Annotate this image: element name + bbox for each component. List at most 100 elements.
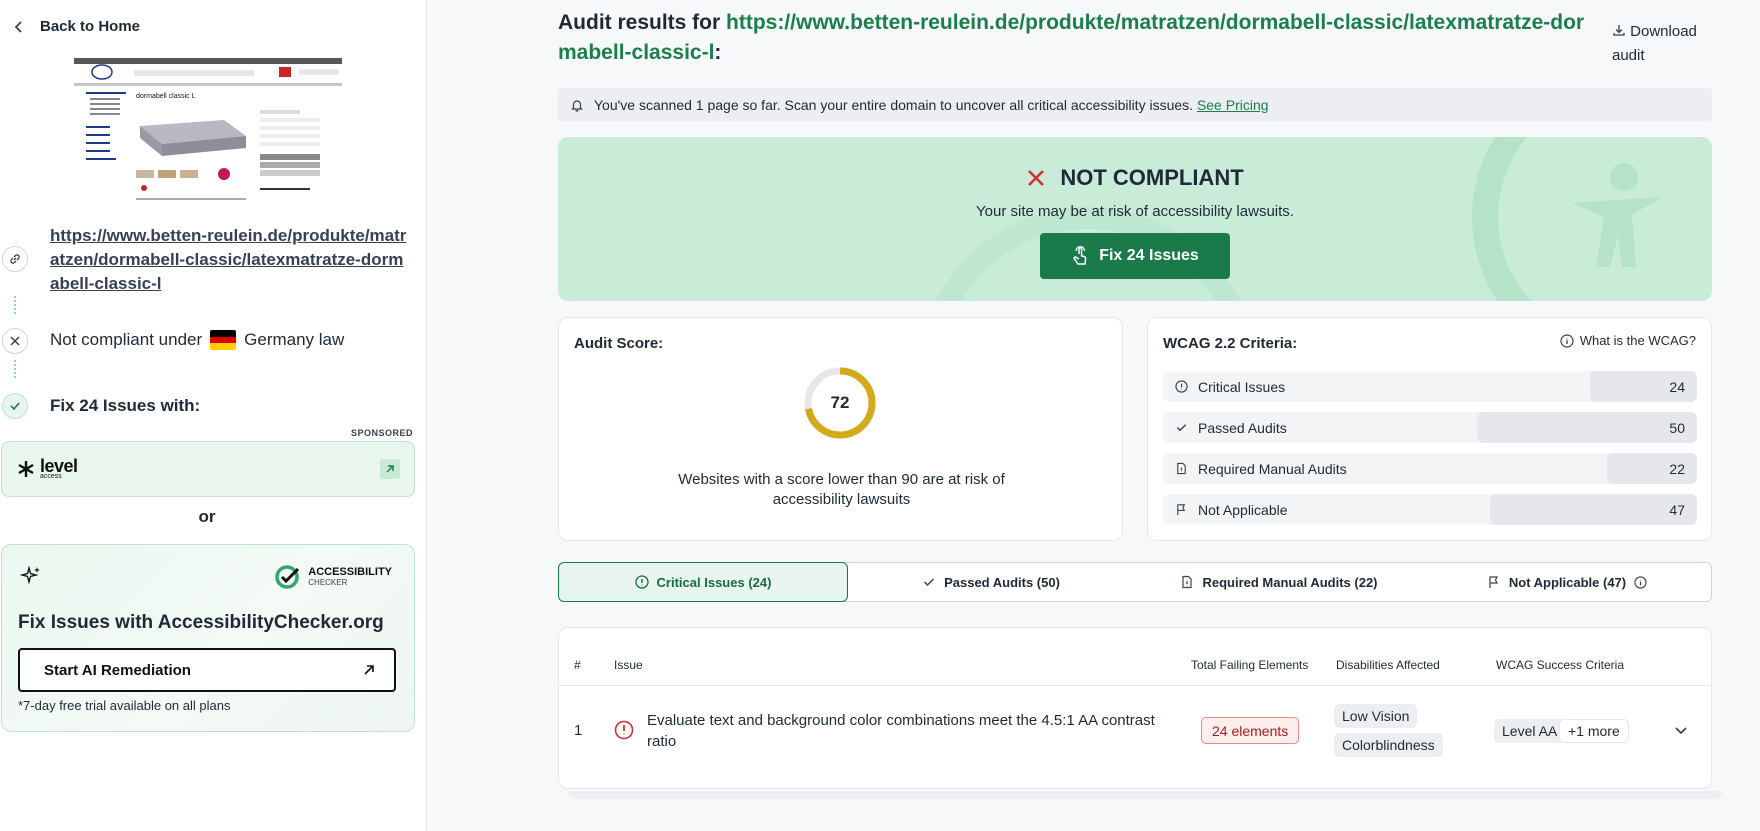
document-icon	[1177, 462, 1186, 475]
criteria-row-passed[interactable]: Passed Audits 50	[1163, 412, 1697, 443]
alert-circle-icon	[1175, 380, 1188, 393]
fix-issues-button[interactable]: Fix 24 Issues	[1040, 233, 1230, 279]
arrow-up-right-icon	[364, 665, 374, 675]
tab-passed-audits[interactable]: Passed Audits (50)	[847, 563, 1135, 601]
level-access-logo: level access	[16, 455, 78, 480]
ac-button-label: Start AI Remediation	[44, 661, 191, 679]
what-is-wcag-link[interactable]: What is the WCAG?	[1560, 333, 1696, 348]
x-mark-icon	[1028, 170, 1045, 186]
failing-elements-badge: 24 elements	[1201, 717, 1300, 744]
table-header-divider	[559, 685, 1711, 686]
criteria-label: Passed Audits	[1198, 419, 1287, 436]
column-header-wcag: WCAG Success Criteria	[1496, 658, 1625, 672]
criteria-label: Required Manual Audits	[1198, 460, 1347, 477]
criteria-bar	[1490, 494, 1697, 525]
ac-card-title: Fix Issues with AccessibilityChecker.org	[18, 612, 384, 633]
download-audit-button[interactable]: Download audit	[1612, 20, 1702, 68]
download-icon	[1613, 25, 1625, 36]
timeline-connector	[14, 360, 16, 378]
check-icon	[1176, 424, 1187, 432]
tab-label: Required Manual Audits (22)	[1202, 574, 1378, 590]
criteria-value: 24	[1669, 378, 1685, 395]
criteria-value: 47	[1669, 501, 1685, 518]
fix-with-heading: Fix 24 Issues with:	[50, 396, 201, 415]
audit-score-card: Audit Score: 72 Websites with a score lo…	[558, 317, 1123, 541]
disability-tag: Low Vision	[1334, 704, 1418, 728]
tab-manual-audits[interactable]: Required Manual Audits (22)	[1135, 563, 1423, 601]
criteria-label: Critical Issues	[1198, 378, 1286, 395]
results-tabs: Critical Issues (24) Passed Audits (50) …	[558, 562, 1712, 602]
level-access-sponsor-card[interactable]: level access	[1, 441, 415, 497]
tab-not-applicable[interactable]: Not Applicable (47)	[1423, 563, 1711, 601]
ac-logo-line2: CHECKER	[308, 578, 348, 587]
tab-label: Not Applicable (47)	[1508, 574, 1627, 590]
sponsored-label: SPONSORED	[350, 428, 413, 438]
criteria-row-critical[interactable]: Critical Issues 24	[1163, 371, 1697, 402]
info-icon	[1560, 333, 1574, 348]
criteria-value: 50	[1669, 419, 1685, 436]
what-wcag-label: What is the WCAG?	[1579, 333, 1696, 348]
tab-critical-issues[interactable]: Critical Issues (24)	[558, 562, 848, 602]
check-icon	[924, 578, 935, 587]
check-icon	[2, 393, 28, 419]
alert-circle-icon	[634, 575, 649, 589]
fix-button-label: Fix 24 Issues	[1099, 247, 1199, 264]
more-criteria-button[interactable]: +1 more	[1559, 719, 1629, 743]
table-shadow	[568, 791, 1722, 799]
wcag-level-tag: Level AA	[1494, 719, 1566, 743]
link-icon	[2, 246, 28, 272]
close-icon	[2, 328, 28, 354]
compliance-status: NOT COMPLIANT	[558, 165, 1712, 191]
document-icon	[1182, 575, 1193, 589]
accessibility-checker-card: ACCESSIBILITY CHECKER Fix Issues with Ac…	[1, 544, 415, 732]
criteria-row-manual[interactable]: Required Manual Audits 22	[1163, 453, 1697, 484]
tap-hand-icon	[1073, 246, 1087, 265]
back-label: Back to Home	[40, 18, 141, 35]
column-header-issue: Issue	[614, 658, 643, 672]
bell-icon	[571, 99, 583, 112]
error-icon	[614, 720, 634, 740]
scan-notice-banner: You've scanned 1 page so far. Scan your …	[558, 88, 1712, 121]
chevron-down-icon[interactable]	[1673, 724, 1689, 738]
row-number: 1	[574, 722, 583, 739]
score-description: Websites with a score lower than 90 are …	[678, 471, 1005, 508]
level-logo-word: level	[40, 455, 78, 476]
asterisk-icon	[18, 461, 34, 477]
law-prefix: Not compliant under	[50, 330, 203, 349]
criteria-row-not-applicable[interactable]: Not Applicable 47	[1163, 494, 1697, 525]
external-link-icon[interactable]	[380, 459, 400, 479]
sparkle-icon	[20, 565, 40, 585]
checker-logo-icon	[275, 565, 300, 589]
or-divider: or	[198, 507, 216, 526]
start-ai-remediation-button[interactable]: Start AI Remediation	[18, 648, 396, 692]
ac-logo-line1: ACCESSIBILITY	[308, 566, 392, 578]
scanned-url-link[interactable]: https://www.betten-reulein.de/produkte/m…	[50, 224, 410, 296]
status-text: NOT COMPLIANT	[1060, 165, 1244, 190]
criteria-label: Not Applicable	[1198, 501, 1288, 518]
compliance-hero: NOT COMPLIANT Your site may be at risk o…	[558, 137, 1712, 301]
title-suffix: :	[714, 41, 722, 64]
title-prefix: Audit results for	[558, 11, 721, 34]
page-preview-thumbnail: dormabell classic L	[74, 58, 342, 208]
column-header-disabilities: Disabilities Affected	[1336, 658, 1440, 672]
issues-table: # Issue Total Failing Elements Disabilit…	[558, 627, 1712, 789]
page-title: Audit results for https://www.betten-reu…	[558, 8, 1598, 68]
germany-flag-icon	[210, 330, 237, 350]
hero-subtitle: Your site may be at risk of accessibilit…	[976, 203, 1294, 220]
timeline-connector	[14, 296, 16, 314]
accessibility-checker-logo: ACCESSIBILITY CHECKER	[274, 563, 392, 591]
criteria-bar	[1477, 412, 1697, 443]
compliance-law-status: Not compliant under Germany law	[50, 330, 344, 350]
disability-tag: Colorblindness	[1334, 733, 1443, 757]
back-to-home-link[interactable]: Back to Home	[12, 18, 140, 35]
score-value: 72	[830, 393, 850, 412]
trial-note: *7-day free trial available on all plans	[18, 698, 231, 713]
criteria-value: 22	[1669, 460, 1685, 477]
sidebar: Back to Home dormabell classic L https:/…	[0, 0, 427, 831]
info-icon[interactable]	[1634, 575, 1647, 589]
see-pricing-link[interactable]: See Pricing	[1197, 97, 1269, 113]
column-header-failing: Total Failing Elements	[1191, 658, 1309, 672]
wcag-criteria-card: WCAG 2.2 Criteria: What is the WCAG? Cri…	[1147, 317, 1712, 541]
flag-icon	[1177, 504, 1186, 516]
wcag-label: WCAG 2.2 Criteria:	[1163, 335, 1298, 352]
